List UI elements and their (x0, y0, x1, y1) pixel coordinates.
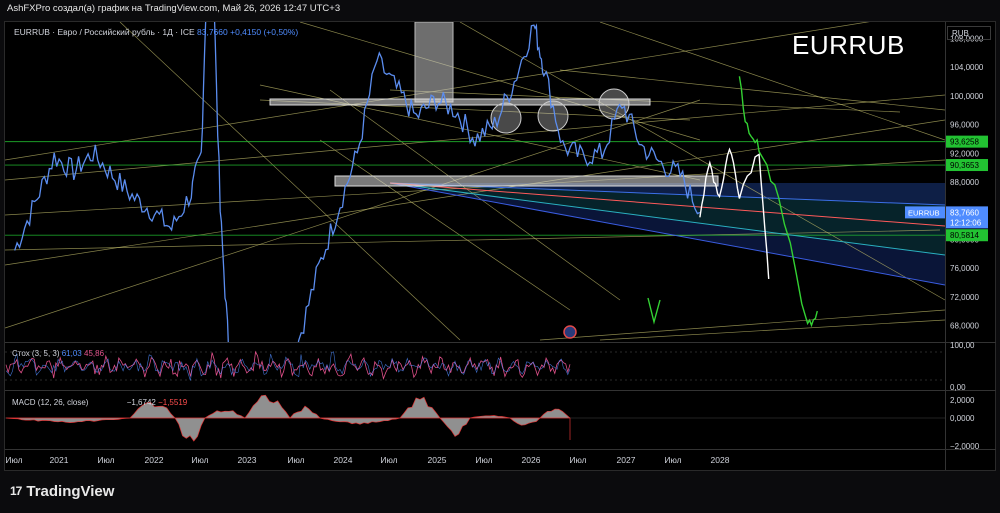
price-level-label: 90,3653 (950, 161, 979, 170)
last-price-symbol: EURRUB (908, 208, 940, 217)
stoch-value-k: 61,03 (61, 349, 82, 358)
time-tick-label: Июл (569, 455, 586, 465)
price-tick-label: 68,0000 (950, 321, 979, 330)
tradingview-mark-icon: 17 (10, 484, 22, 498)
event-icon[interactable] (563, 325, 577, 339)
macd-value-1: −1,6742 (126, 398, 156, 407)
stoch-value-d: 45,86 (84, 349, 105, 358)
time-tick-label: 2021 (50, 455, 69, 465)
price-tick-label: 92,0000 (950, 149, 979, 158)
price-tick-label: 76,0000 (950, 264, 979, 273)
trendline (319, 139, 571, 311)
last-price-value: 83,7660 (950, 208, 979, 217)
price-tick-label: 72,0000 (950, 293, 979, 302)
chart-frame: AshFXPro создал(а) график на TradingView… (0, 0, 1000, 513)
highlight-circle (598, 88, 630, 120)
macd-label: MACD (12, 26, close) (12, 398, 89, 407)
tradingview-wordmark: TradingView (26, 482, 115, 500)
symbol-legend[interactable]: EURRUB · Евро / Российский рубль · 1Д · … (14, 27, 298, 37)
price-tick-label: 100,0000 (950, 92, 984, 101)
time-tick-label: 2024 (334, 455, 353, 465)
macd-axis-label: 0,0000 (950, 414, 975, 423)
projection-arrowhead (647, 297, 661, 325)
big-ticker-title: EURRUB (792, 30, 905, 60)
last-price-text: 83,7660 (197, 27, 228, 37)
price-tick-label: 104,0000 (950, 63, 984, 72)
currency-button[interactable]: RUB (947, 26, 991, 40)
macd-axis-label: −2,0000 (950, 442, 980, 451)
symbol-description: EURRUB · Евро / Российский рубль · 1Д · … (14, 27, 195, 37)
price-level-label: 93,6258 (950, 138, 979, 147)
price-tick-label: 88,0000 (950, 178, 979, 187)
time-tick-label: 2028 (711, 455, 730, 465)
macd-value-2: −1,5519 (158, 398, 188, 407)
chart-svg[interactable]: 108,0000104,0000100,000096,000092,000088… (0, 0, 1000, 513)
time-tick-label: 2022 (145, 455, 164, 465)
time-tick-label: Июл (5, 455, 22, 465)
stoch-axis-top: 100,00 (950, 341, 975, 350)
time-tick-label: Июл (287, 455, 304, 465)
time-tick-label: 2026 (522, 455, 541, 465)
last-price-countdown: 12:12:06 (950, 218, 982, 227)
time-tick-label: Июл (475, 455, 492, 465)
time-tick-label: Июл (191, 455, 208, 465)
zone-rectangle (269, 98, 651, 106)
time-tick-label: Июл (664, 455, 681, 465)
time-tick-label: 2027 (617, 455, 636, 465)
macd-legend[interactable]: MACD (12, 26, close) −1,6742 −1,5519 (12, 398, 187, 407)
price-level-label: 80,5814 (950, 231, 979, 240)
zone-rectangle (334, 175, 719, 187)
time-tick-label: Июл (97, 455, 114, 465)
trendline (459, 22, 945, 301)
price-change-text: +0,4150 (+0,50%) (230, 27, 299, 37)
stoch-label: Стох (3, 5, 3) (12, 349, 60, 358)
stoch-axis-bottom: 0,00 (950, 383, 966, 392)
macd-axis-label: 2,0000 (950, 396, 975, 405)
zone-rectangle (414, 22, 454, 103)
price-tick-label: 96,0000 (950, 121, 979, 130)
time-tick-label: 2023 (238, 455, 257, 465)
time-tick-label: 2025 (428, 455, 447, 465)
stoch-legend[interactable]: Стох (3, 5, 3) 61,03 45,86 (12, 349, 104, 358)
tradingview-logo[interactable]: 17 TradingView (10, 480, 114, 502)
trendline (539, 309, 945, 341)
time-tick-label: Июл (380, 455, 397, 465)
